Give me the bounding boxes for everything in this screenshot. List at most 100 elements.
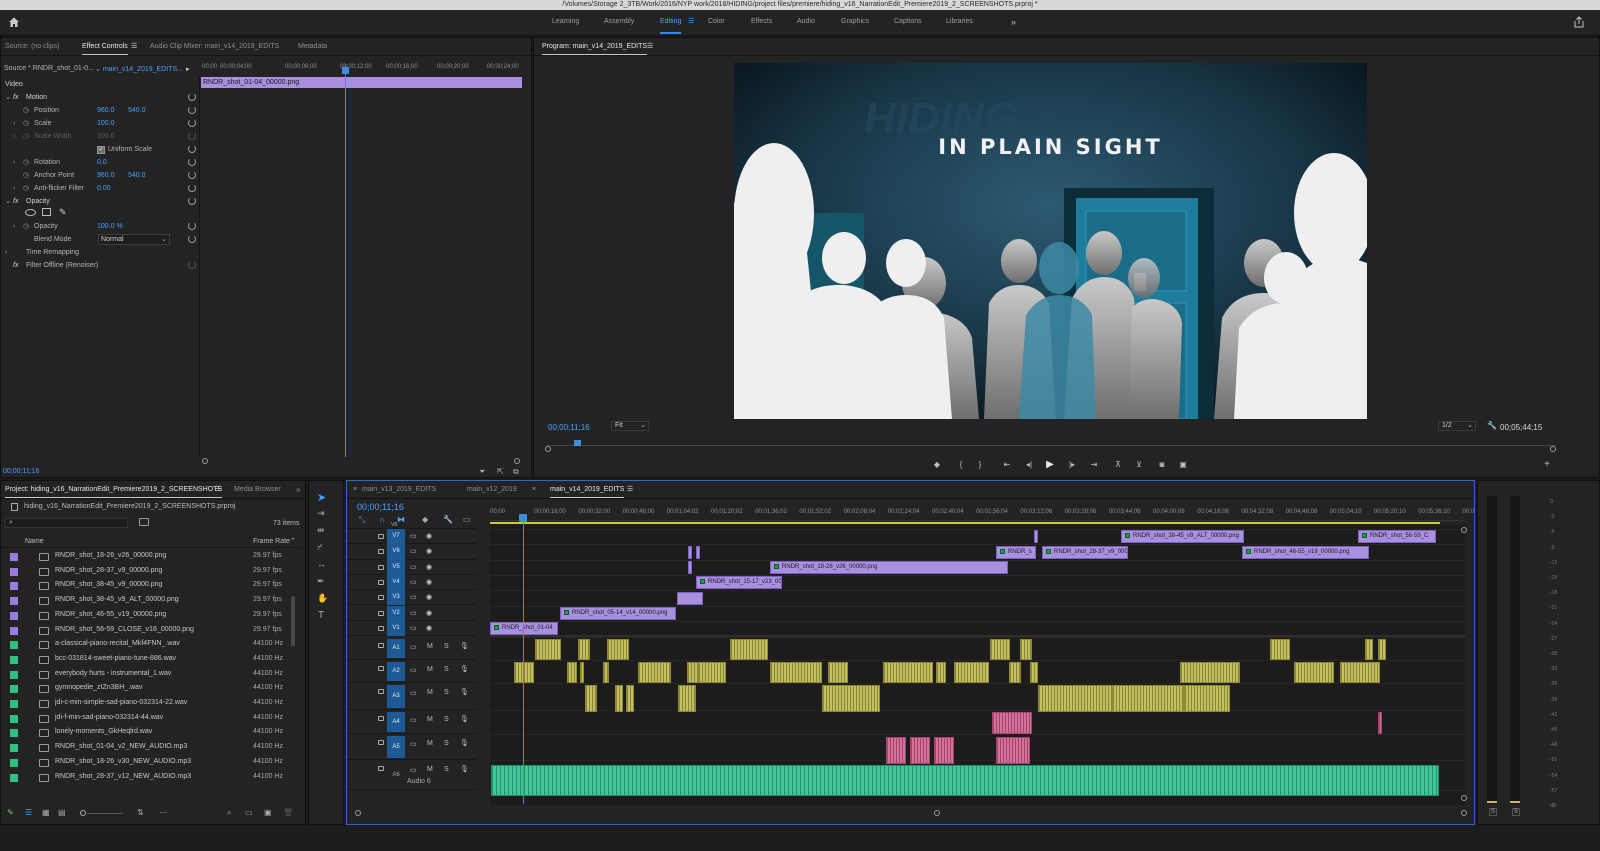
audio-clip[interactable] bbox=[615, 685, 623, 712]
add-marker-button[interactable]: ◆ bbox=[930, 459, 944, 471]
sort-ascending-icon[interactable]: ⌃ bbox=[290, 537, 296, 545]
home-icon[interactable] bbox=[8, 16, 20, 28]
nest-icon[interactable]: ⤡ bbox=[359, 515, 365, 525]
microphone-icon[interactable]: 🎙 bbox=[460, 642, 469, 650]
fx-badge[interactable]: fx bbox=[13, 259, 18, 272]
video-clip[interactable] bbox=[688, 561, 692, 574]
solo-button[interactable]: S bbox=[444, 643, 449, 650]
audio-clip[interactable] bbox=[580, 662, 584, 683]
close-icon[interactable]: × bbox=[532, 481, 536, 499]
share-icon[interactable] bbox=[1573, 16, 1585, 28]
audio-clip[interactable] bbox=[698, 662, 726, 683]
label-color-swatch[interactable] bbox=[10, 655, 18, 664]
expand-arrow-icon[interactable]: › bbox=[13, 182, 15, 195]
solo-left-button[interactable]: S bbox=[1489, 808, 1497, 816]
audio-clip[interactable] bbox=[828, 662, 848, 683]
workspace-more-button[interactable]: » bbox=[1011, 10, 1016, 36]
reset-icon[interactable] bbox=[188, 184, 196, 192]
camera-icon[interactable]: ◙ bbox=[1155, 459, 1169, 471]
rectangle-mask-icon[interactable] bbox=[42, 208, 51, 216]
uniform-scale-checkbox[interactable]: ✓ bbox=[97, 146, 105, 154]
reset-icon[interactable] bbox=[188, 235, 196, 243]
expand-arrow-icon[interactable]: › bbox=[13, 117, 15, 130]
time-remapping-row[interactable]: › Time Remapping bbox=[1, 246, 199, 259]
audio-clip-pink[interactable] bbox=[992, 712, 1032, 734]
zoom-slider[interactable] bbox=[87, 813, 123, 814]
audio-clip[interactable] bbox=[1180, 662, 1240, 683]
zoom-dropdown[interactable]: Fit ⌄ bbox=[611, 421, 649, 431]
icon-view-icon[interactable]: ▦ bbox=[42, 808, 50, 817]
label-color-swatch[interactable] bbox=[10, 700, 18, 708]
zoom-slider-handle[interactable] bbox=[80, 810, 86, 816]
track-label[interactable]: V4 bbox=[387, 574, 405, 591]
sequence-selector[interactable]: ⌄ main_v14_2019_EDITS... bbox=[95, 65, 183, 73]
audio-track-header[interactable]: A5 ▭ M S 🎙 bbox=[347, 734, 476, 760]
track-label[interactable]: A1 bbox=[387, 639, 405, 658]
workspace-editing[interactable]: Editing bbox=[660, 10, 682, 36]
eye-icon[interactable]: ◉ bbox=[426, 593, 432, 601]
extract-button[interactable]: ⊻ bbox=[1132, 459, 1146, 471]
video-track-header[interactable]: V4 ▭ ◉ bbox=[347, 574, 476, 591]
lock-icon[interactable] bbox=[378, 610, 384, 616]
track-label[interactable]: A2 bbox=[387, 662, 405, 681]
video-track-header[interactable]: V5 ▭ ◉ bbox=[347, 559, 476, 575]
audio-clip[interactable] bbox=[535, 639, 561, 660]
list-item[interactable]: RNDR_shot_18-26_v26_00000.png 29.97 fps bbox=[1, 549, 295, 564]
video-clip[interactable]: RNDR_shot_56-59_C bbox=[1358, 530, 1436, 543]
reset-icon[interactable] bbox=[188, 171, 196, 179]
panel-menu-icon[interactable]: ☰ bbox=[215, 481, 221, 499]
audio-clip-pink[interactable] bbox=[910, 737, 930, 764]
collapse-arrow-icon[interactable]: ⌄ bbox=[5, 91, 11, 104]
export-icon[interactable]: ⇱ bbox=[497, 467, 504, 476]
ec-zoom-handle[interactable] bbox=[514, 458, 520, 464]
ec-ruler[interactable]: 00;00 00;00;04;00 00;00;08;00 00;00;12;0… bbox=[200, 64, 522, 76]
lock-icon[interactable] bbox=[378, 766, 384, 771]
trash-icon[interactable]: 🗑 bbox=[283, 808, 293, 817]
column-frame-rate-header[interactable]: Frame Rate bbox=[253, 538, 290, 545]
scale-value[interactable]: 100.0 bbox=[97, 117, 115, 130]
linked-selection-icon[interactable]: ⧓ bbox=[397, 515, 405, 524]
label-color-swatch[interactable] bbox=[10, 553, 18, 561]
label-color-swatch[interactable] bbox=[10, 758, 18, 767]
label-color-swatch[interactable] bbox=[10, 626, 18, 635]
pencil-icon[interactable]: ✎ bbox=[7, 808, 14, 817]
lift-button[interactable]: ⊼ bbox=[1111, 459, 1125, 471]
microphone-icon[interactable]: 🎙 bbox=[460, 765, 469, 773]
sync-lock-icon[interactable]: ▭ bbox=[410, 547, 417, 555]
video-clip[interactable] bbox=[677, 592, 703, 605]
tab-project[interactable]: Project: hiding_v16_NarrationEdit_Premie… bbox=[5, 481, 223, 499]
vertical-zoom-handle[interactable] bbox=[1461, 795, 1467, 801]
label-color-swatch[interactable] bbox=[10, 773, 18, 782]
tracks-area[interactable]: RNDR_shot_01-04 RNDR_shot_05-14_v14_00000… bbox=[490, 525, 1465, 805]
workspace-learning[interactable]: Learning bbox=[552, 10, 579, 36]
audio-clip[interactable] bbox=[607, 639, 629, 660]
ellipse-mask-icon[interactable] bbox=[25, 209, 36, 216]
audio-clip[interactable] bbox=[514, 662, 534, 683]
audio-clip[interactable] bbox=[578, 639, 590, 660]
workspace-audio[interactable]: Audio bbox=[797, 10, 815, 36]
audio-clip-pink[interactable] bbox=[996, 737, 1030, 764]
label-color-swatch[interactable] bbox=[10, 582, 18, 591]
snap-icon[interactable]: ∩ bbox=[379, 515, 385, 524]
reset-icon[interactable] bbox=[188, 261, 196, 269]
sync-lock-icon[interactable]: ▭ bbox=[410, 624, 417, 632]
eye-icon[interactable]: ◉ bbox=[426, 578, 432, 586]
solo-right-button[interactable]: S bbox=[1512, 808, 1520, 816]
audio-track-header[interactable]: A1 ▭ M S 🎙 bbox=[347, 637, 476, 660]
audio-clip[interactable] bbox=[626, 685, 634, 712]
list-item[interactable]: bcc-031814-sweet-piano-tune-886.wav 44100… bbox=[1, 652, 295, 667]
stopwatch-icon[interactable]: ◷ bbox=[23, 220, 29, 233]
audio-clip-pink[interactable] bbox=[934, 737, 954, 764]
expand-arrow-icon[interactable]: › bbox=[5, 246, 7, 259]
audio-clip[interactable] bbox=[883, 662, 933, 683]
timeline-timecode[interactable]: 00;00;11;16 bbox=[357, 502, 404, 512]
label-color-swatch[interactable] bbox=[10, 670, 18, 679]
list-item[interactable]: RNDR_shot_38-45_v9_ALT_00000.png 29.97 fp… bbox=[1, 593, 295, 608]
type-tool-icon[interactable]: T bbox=[318, 610, 324, 621]
video-clip[interactable]: RNDR_shot_15-17_v23_00 bbox=[696, 576, 782, 589]
video-clip[interactable]: RNDR_shot_46-55_v19_00000.png bbox=[1242, 546, 1369, 559]
eye-icon[interactable]: ◉ bbox=[426, 547, 432, 555]
expand-arrow-icon[interactable]: › bbox=[13, 220, 15, 233]
popout-icon[interactable]: ⧉ bbox=[513, 467, 519, 477]
microphone-icon[interactable]: 🎙 bbox=[460, 688, 469, 696]
